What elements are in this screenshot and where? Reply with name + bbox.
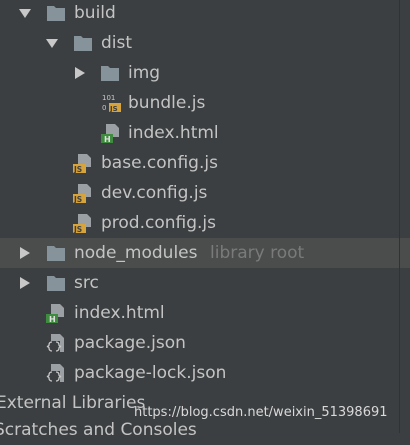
- folder-icon: [46, 243, 66, 263]
- chevron-down-icon[interactable]: [46, 37, 58, 49]
- tree-node-build[interactable]: build: [0, 0, 410, 28]
- svg-text:H: H: [49, 315, 56, 323]
- js-file-icon: JS: [73, 213, 93, 233]
- tree-node-package-json[interactable]: package.json: [0, 328, 410, 358]
- json-file-icon: [46, 363, 66, 383]
- tree-node-label: img: [128, 63, 161, 83]
- folder-icon: [46, 3, 66, 23]
- svg-text:101: 101: [102, 94, 115, 102]
- svg-text:JS: JS: [73, 195, 82, 203]
- json-file-icon: [46, 333, 66, 353]
- vertical-scrollbar[interactable]: [399, 0, 410, 433]
- folder-icon: [100, 63, 120, 83]
- tree-node-prod-config-js[interactable]: JS prod.config.js: [0, 208, 410, 238]
- tree-node-label: Scratches and Consoles: [0, 420, 197, 440]
- tree-node-dev-config-js[interactable]: JS dev.config.js: [0, 178, 410, 208]
- tree-node-node-modules[interactable]: node_modules library root: [0, 238, 410, 268]
- folder-icon: [73, 33, 93, 53]
- svg-text:JS: JS: [109, 105, 118, 113]
- chevron-down-icon[interactable]: [19, 7, 31, 19]
- chevron-right-icon[interactable]: [19, 277, 31, 289]
- tree-node-label: node_modules: [74, 243, 198, 263]
- tree-node-label: dev.config.js: [101, 183, 208, 203]
- watermark-text: https://blog.csdn.net/weixin_51398691: [134, 405, 388, 420]
- svg-text:JS: JS: [73, 225, 82, 233]
- js-file-icon: JS: [73, 153, 93, 173]
- js-file-icon: JS: [73, 183, 93, 203]
- tree-node-src[interactable]: src: [0, 268, 410, 298]
- tree-node-base-config-js[interactable]: JS base.config.js: [0, 148, 410, 178]
- tree-node-label: bundle.js: [128, 93, 206, 113]
- tree-node-bundle-js[interactable]: 101 0 JS bundle.js: [0, 88, 410, 118]
- html-file-icon: H: [46, 303, 66, 323]
- tree-node-dist[interactable]: dist: [0, 28, 410, 58]
- svg-text:JS: JS: [73, 165, 82, 173]
- tree-node-label: dist: [101, 33, 133, 53]
- tree-node-label: External Libraries: [0, 393, 146, 413]
- library-root-hint: library root: [210, 243, 305, 263]
- tree-node-package-lock-json[interactable]: package-lock.json: [0, 358, 410, 388]
- tree-node-index-html[interactable]: H index.html: [0, 298, 410, 328]
- tree-node-label: index.html: [74, 303, 165, 323]
- tree-node-label: src: [74, 273, 99, 293]
- tree-node-img[interactable]: img: [0, 58, 410, 88]
- tree-node-label: package.json: [74, 333, 186, 353]
- tree-node-label: package-lock.json: [74, 363, 227, 383]
- chevron-right-icon[interactable]: [19, 247, 31, 259]
- tree-node-label: base.config.js: [101, 153, 218, 173]
- tree-node-label: prod.config.js: [101, 213, 217, 233]
- folder-icon: [46, 273, 66, 293]
- svg-text:0: 0: [102, 104, 106, 112]
- tree-node-label: index.html: [128, 123, 219, 143]
- tree-node-dist-index-html[interactable]: H index.html: [0, 118, 410, 148]
- svg-text:H: H: [104, 135, 111, 143]
- tree-node-label: build: [74, 3, 116, 23]
- chevron-right-icon[interactable]: [74, 67, 86, 79]
- js-bundle-file-icon: 101 0 JS: [101, 93, 121, 113]
- html-file-icon: H: [101, 123, 121, 143]
